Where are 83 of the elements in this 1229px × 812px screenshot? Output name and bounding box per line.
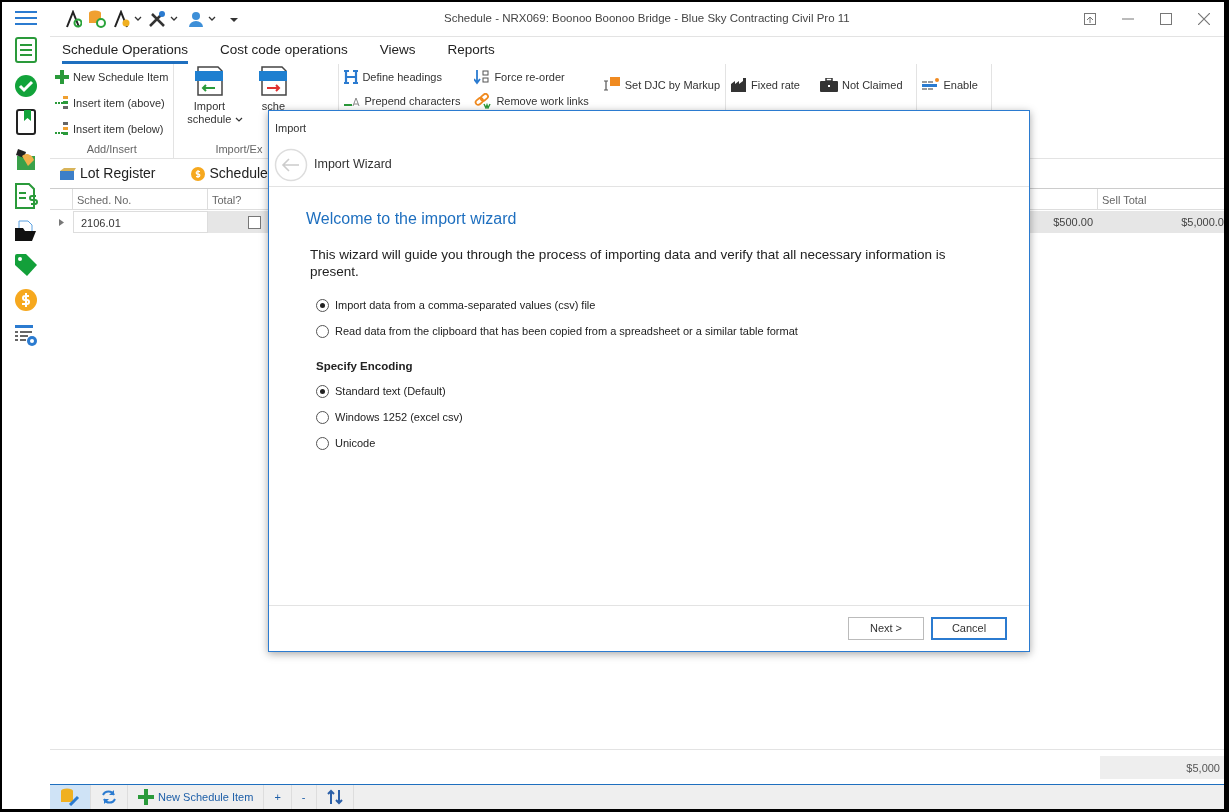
table-toggle-icon	[921, 78, 940, 92]
dialog-button[interactable]: Next >	[848, 617, 924, 640]
csv-file-icon	[195, 66, 224, 96]
ribbon-button[interactable]: Import schedule	[179, 64, 240, 141]
ribbon-button[interactable]: Not Claimed	[820, 76, 903, 94]
ribbon-button[interactable]: Insert item (above)	[55, 94, 169, 112]
column-header: Sched. No.	[73, 189, 208, 209]
ribbon-button[interactable]: Define headings	[344, 68, 461, 86]
reorder-icon	[474, 69, 491, 85]
wizard-header: Import Wizard	[314, 156, 392, 174]
insert-below-icon	[55, 122, 69, 136]
table-cell-text: $500.00	[1053, 214, 1094, 230]
ribbon-button[interactable]: Force re-order	[474, 68, 589, 86]
list-settings-icon[interactable]	[14, 323, 38, 347]
compass-gear-icon[interactable]	[112, 10, 130, 28]
section-heading: Specify Encoding	[316, 358, 414, 374]
toolbar-button[interactable]: New Schedule Item	[128, 785, 265, 809]
ribbon-tab[interactable]: Cost code operations	[220, 41, 348, 64]
briefcase-icon	[820, 78, 838, 92]
ribbon-tab[interactable]: Reports	[447, 41, 495, 64]
table-cell-text: $5,000.0	[1180, 214, 1224, 230]
table-cell: 2106.01	[73, 211, 208, 233]
insert-above-icon	[55, 96, 69, 110]
group-label: Import/Ex	[214, 142, 264, 157]
factory-icon	[731, 78, 748, 92]
ribbon-button[interactable]: Enable	[921, 76, 978, 94]
ribbon-button[interactable]: Set DJC by Markup	[602, 76, 721, 94]
dollar-coin-icon	[191, 166, 206, 181]
csv-file-icon	[259, 66, 288, 96]
caret-icon[interactable]	[208, 16, 216, 22]
ribbon-button[interactable]: Insert item (below)	[55, 120, 169, 138]
blocks-icon	[60, 166, 76, 181]
notebook-icon[interactable]	[15, 109, 37, 135]
caret-icon[interactable]	[134, 16, 142, 22]
dropdown-icon[interactable]	[230, 16, 238, 23]
plus-icon	[55, 70, 69, 84]
window-title: Schedule - NRX069: Boonoo Boonoo Bridge - Blue Sky Contracting Civil Pro 11	[444, 11, 851, 27]
folder-icon[interactable]	[14, 220, 38, 242]
column-header: Sell Total	[1097, 189, 1224, 209]
database-edit-icon	[60, 788, 80, 806]
tag-icon[interactable]	[14, 253, 38, 277]
radio-option[interactable]: Windows 1252 (excel csv)	[316, 409, 992, 427]
row-pointer-icon	[59, 218, 64, 226]
check-circle-icon[interactable]	[14, 74, 38, 98]
edit-database-button[interactable]	[50, 785, 91, 809]
maximize-icon[interactable]	[1160, 13, 1172, 25]
toolbar-button[interactable]: +	[264, 785, 292, 809]
ribbon-button[interactable]: Remove work links	[474, 92, 589, 110]
database-refresh-icon[interactable]	[88, 10, 106, 28]
ribbon-tab[interactable]: Views	[379, 41, 416, 64]
dialog-title: Import	[274, 121, 308, 136]
wizard-heading: Welcome to the import wizard	[306, 209, 518, 229]
link-icon	[474, 93, 493, 109]
group-label: Add/Insert	[85, 142, 138, 157]
dialog-button[interactable]: Cancel	[931, 617, 1007, 640]
document-tab[interactable]: Schedule	[191, 163, 268, 184]
close-icon[interactable]	[1198, 13, 1210, 25]
radio-option[interactable]: Unicode	[316, 435, 992, 453]
menu-icon[interactable]	[15, 10, 37, 26]
checkbox[interactable]	[248, 215, 261, 229]
plus-icon	[138, 789, 154, 805]
caret-icon[interactable]	[170, 16, 178, 22]
total-cell: $5,000	[1100, 755, 1224, 779]
tools-icon[interactable]	[148, 10, 166, 28]
sort-icon	[326, 789, 343, 805]
radio-option[interactable]: Import data from a comma-separated values (csv) file	[316, 296, 992, 314]
checklist-icon[interactable]	[15, 37, 37, 63]
percent-tag-icon	[602, 77, 621, 93]
ribbon-tab[interactable]: Schedule Operations	[62, 41, 189, 64]
caret-icon	[235, 117, 244, 124]
intro-text: This wizard will guide you through the process of importing data and verify that all necessary information is present.	[310, 247, 947, 281]
compass-refresh-icon[interactable]	[64, 10, 82, 28]
radio-option[interactable]: Read data from the clipboard that has been copied from a spreadsheet or a similar table format	[316, 322, 992, 340]
ribbon-toggle-icon[interactable]	[1084, 13, 1096, 25]
ribbon-button[interactable]: Prepend characters	[344, 92, 461, 110]
ribbon-button[interactable]: New Schedule Item	[55, 68, 169, 86]
refresh-icon	[101, 789, 117, 805]
document-tab[interactable]: Lot Register	[60, 163, 156, 184]
invoice-icon[interactable]	[14, 183, 38, 209]
radio-option[interactable]: Standard text (Default)	[316, 383, 992, 401]
ribbon-button[interactable]: Fixed rate	[731, 76, 800, 94]
toolbar-button[interactable]: -	[291, 785, 317, 809]
heading-icon	[344, 70, 359, 84]
